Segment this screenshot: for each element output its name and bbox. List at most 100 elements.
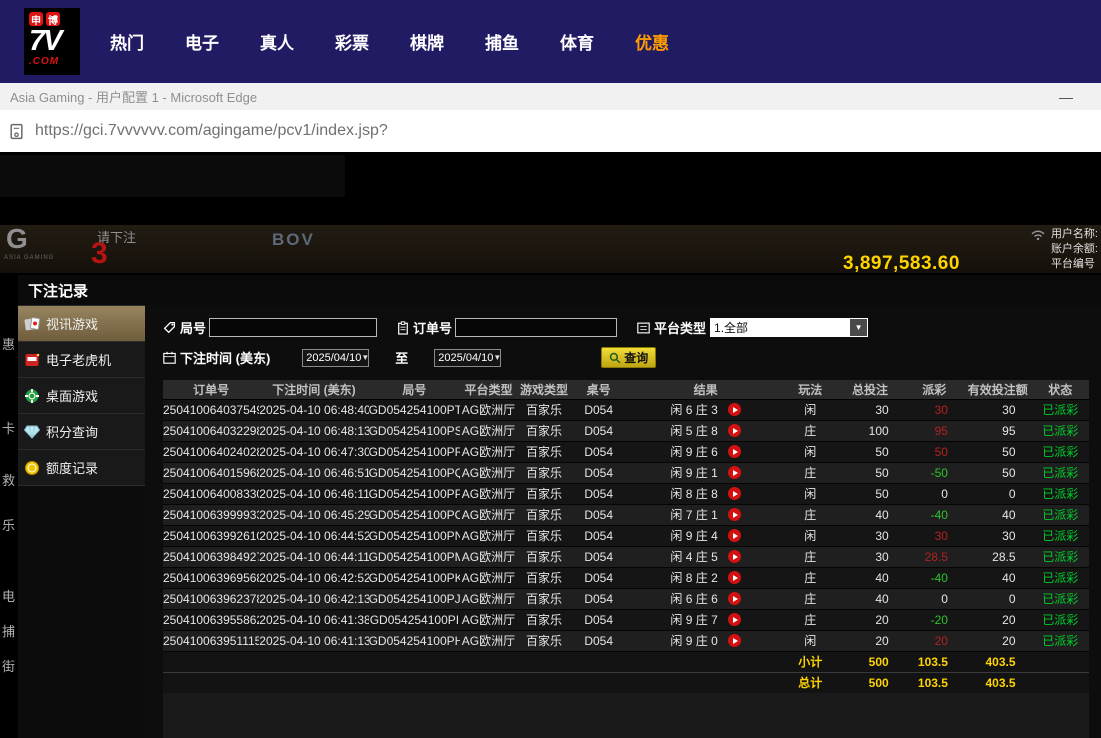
status-cell: 已派彩 (1032, 546, 1089, 567)
sidebar-item-video-games[interactable]: 视讯游戏 (18, 306, 145, 342)
nav-item[interactable]: 真人 (260, 29, 294, 54)
subtotal-row: 小计 500 103.5 403.5 (163, 651, 1089, 672)
nav-item[interactable]: 捕鱼 (485, 29, 519, 54)
result-text: 闲 8 庄 2 (670, 569, 717, 586)
platform-cell: AG欧洲厅 (460, 588, 516, 609)
window-title: Asia Gaming - 用户配置 1 - Microsoft Edge (10, 87, 257, 106)
search-button[interactable]: 查询 (601, 347, 656, 368)
bet-amount-cell: 30 (835, 546, 904, 567)
game-type-cell: 百家乐 (517, 483, 572, 504)
sidebar-item-label: 桌面游戏 (46, 386, 98, 405)
total-payout: 103.5 (905, 672, 964, 693)
game-type-cell: 百家乐 (517, 630, 572, 651)
payout-cell: 95 (905, 420, 964, 441)
search-button-label: 查询 (624, 349, 648, 366)
game-type-cell: 百家乐 (517, 504, 572, 525)
result-text: 闲 9 庄 7 (670, 611, 717, 628)
replay-icon[interactable] (728, 592, 741, 605)
replay-icon[interactable] (728, 613, 741, 626)
replay-icon[interactable] (728, 571, 741, 584)
nav-item[interactable]: 彩票 (335, 29, 369, 54)
status-cell: 已派彩 (1032, 462, 1089, 483)
replay-icon[interactable] (728, 550, 741, 563)
result-text: 闲 8 庄 8 (670, 485, 717, 502)
valid-bet-cell: 30 (964, 525, 1032, 546)
platform-cell: AG欧洲厅 (460, 630, 516, 651)
asia-gaming-logo: G (6, 225, 28, 253)
panel-title: 下注记录 (28, 280, 88, 301)
date-from-select[interactable]: 2025/04/10 ▼ (302, 349, 369, 367)
sidebar-item-points-query[interactable]: 积分查询 (18, 414, 145, 450)
table-row: 250410064015968 2025-04-10 06:46:51 GD05… (163, 462, 1089, 483)
platform-type-select[interactable]: 1.全部 ▼ (710, 318, 868, 337)
replay-icon[interactable] (728, 508, 741, 521)
time-cell: 2025-04-10 06:42:13 (259, 588, 368, 609)
minimize-button[interactable]: — (1059, 89, 1073, 105)
date-from-value: 2025/04/10 (306, 352, 361, 364)
time-cell: 2025-04-10 06:48:40 (259, 399, 368, 420)
logo-suffix: .COM (29, 56, 75, 67)
subtotal-valid: 403.5 (964, 651, 1032, 672)
result-text: 闲 6 庄 3 (670, 401, 717, 418)
order-cell: 250410063984927 (163, 546, 259, 567)
order-cell: 250410063962378 (163, 588, 259, 609)
nav-item[interactable]: 体育 (560, 29, 594, 54)
round-number-label: 局号 (163, 318, 206, 337)
time-cell: 2025-04-10 06:44:11 (259, 546, 368, 567)
column-header: 有效投注额 (964, 380, 1032, 399)
platform-cell: AG欧洲厅 (460, 525, 516, 546)
time-cell: 2025-04-10 06:41:38 (259, 609, 368, 630)
result-cell: 闲 9 庄 7 (626, 609, 785, 630)
time-cell: 2025-04-10 06:48:13 (259, 420, 368, 441)
table-row: 250410063962378 2025-04-10 06:42:13 GD05… (163, 588, 1089, 609)
search-icon (609, 352, 621, 364)
nav-item[interactable]: 棋牌 (410, 29, 444, 54)
order-cell: 250410063992610 (163, 525, 259, 546)
sidebar-item-table-games[interactable]: 桌面游戏 (18, 378, 145, 414)
time-cell: 2025-04-10 06:41:13 (259, 630, 368, 651)
address-bar[interactable]: https://gci.7vvvvvv.com/agingame/pcv1/in… (0, 110, 1101, 152)
date-to-select[interactable]: 2025/04/10 ▼ (434, 349, 501, 367)
play-type-cell: 庄 (785, 546, 835, 567)
top-nav: 申 博 7V .COM 热门电子真人彩票棋牌捕鱼体育优惠 (0, 0, 1101, 83)
table-number-cell: D054 (571, 546, 626, 567)
nav-item[interactable]: 热门 (110, 29, 144, 54)
replay-icon[interactable] (728, 634, 741, 647)
replay-icon[interactable] (728, 529, 741, 542)
platform-cell: AG欧洲厅 (460, 420, 516, 441)
sidebar-item-quota-records[interactable]: 额度记录 (18, 450, 145, 486)
result-text: 闲 4 庄 5 (670, 548, 717, 565)
records-main: 局号 订单号 平台类型 1.全部 (145, 305, 1101, 738)
replay-icon[interactable] (728, 424, 741, 437)
payout-cell: 50 (905, 441, 964, 462)
sidebar-item-slots[interactable]: 电子老虎机 (18, 342, 145, 378)
valid-bet-cell: 20 (964, 630, 1032, 651)
replay-icon[interactable] (728, 403, 741, 416)
nav-item[interactable]: 电子 (185, 29, 219, 54)
replay-icon[interactable] (728, 445, 741, 458)
valid-bet-cell: 40 (964, 504, 1032, 525)
valid-bet-cell: 0 (964, 483, 1032, 504)
chevron-down-icon[interactable]: ▼ (850, 319, 867, 336)
nav-item[interactable]: 优惠 (635, 29, 669, 54)
table-row: 250410064032298 2025-04-10 06:48:13 GD05… (163, 420, 1089, 441)
result-text: 闲 6 庄 6 (670, 590, 717, 607)
round-number-input[interactable] (209, 318, 377, 337)
table-row: 250410064037549 2025-04-10 06:48:40 GD05… (163, 399, 1089, 420)
replay-icon[interactable] (728, 466, 741, 479)
total-bet: 500 (835, 672, 904, 693)
result-cell: 闲 9 庄 0 (626, 630, 785, 651)
platform-cell: AG欧洲厅 (460, 399, 516, 420)
page-info-icon[interactable] (8, 123, 25, 140)
game-type-cell: 百家乐 (517, 609, 572, 630)
status-cell: 已派彩 (1032, 420, 1089, 441)
table-number-cell: D054 (571, 525, 626, 546)
balance-amount: 3,897,583.60 (843, 253, 960, 275)
order-number-input[interactable] (455, 318, 617, 337)
account-info-line: 用户名称: (1051, 227, 1098, 242)
play-type-cell: 闲 (785, 441, 835, 462)
platform-type-value: 1.全部 (710, 319, 850, 336)
order-cell: 250410064024028 (163, 441, 259, 462)
play-type-cell: 庄 (785, 462, 835, 483)
replay-icon[interactable] (728, 487, 741, 500)
